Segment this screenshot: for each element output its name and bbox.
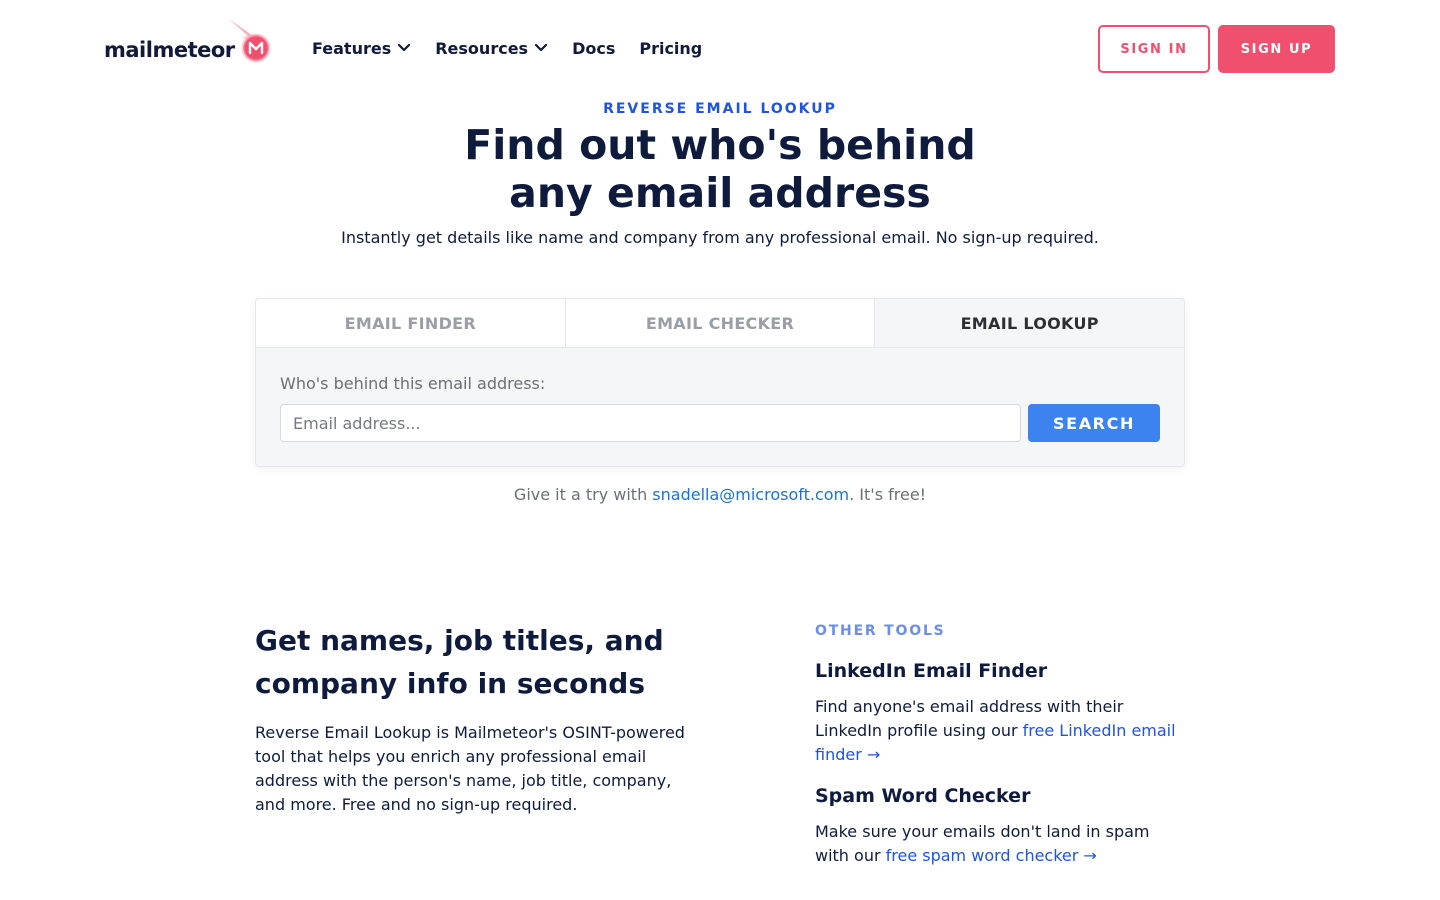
try-suffix: . It's free! [849,485,927,504]
feature-heading: Get names, job titles, and company info … [255,619,735,705]
chevron-down-icon [534,43,548,52]
other-tools-eyebrow: OTHER TOOLS [815,623,946,639]
meteor-logo-icon [224,16,271,63]
feature-heading-line-1: Get names, job titles, and [255,624,664,657]
hero-subtitle: Instantly get details like name and comp… [341,228,1099,247]
email-field-label: Who's behind this email address: [280,374,546,393]
try-prefix: Give it a try with [513,485,653,504]
nav-features[interactable]: Features [312,36,411,60]
tool-title-spam-word-checker: Spam Word Checker [815,785,1031,807]
lookup-tool-card: EMAIL FINDER EMAIL CHECKER EMAIL LOOKUP … [255,298,1185,467]
logo-wordmark: mailmeteor [104,38,235,62]
nav-resources[interactable]: Resources [435,36,548,60]
chevron-down-icon [398,43,411,52]
tab-email-lookup[interactable]: EMAIL LOOKUP [875,299,1184,347]
feature-description: Reverse Email Lookup is Mailmeteor's OSI… [255,723,685,814]
tool-title-linkedin-email-finder: LinkedIn Email Finder [815,660,1048,682]
feature-heading-line-2: company info in seconds [255,667,645,700]
tab-email-finder[interactable]: EMAIL FINDER [256,299,566,347]
sign-in-button[interactable]: SIGN IN [1098,25,1210,73]
nav-resources-label: Resources [435,38,529,58]
spam-word-checker-link[interactable]: free spam word checker → [886,846,1097,865]
nav-features-label: Features [312,38,392,58]
nav-pricing[interactable]: Pricing [639,36,702,60]
search-button[interactable]: SEARCH [1028,404,1160,442]
nav-docs[interactable]: Docs [572,36,615,60]
site-header: mailmeteor Features Resources Docs Prici… [0,0,1440,96]
tool-desc-linkedin-email-finder: Find anyone's email address with their L… [815,695,1185,767]
sign-up-button[interactable]: SIGN UP [1218,25,1335,73]
email-input[interactable] [280,404,1021,442]
tab-email-checker[interactable]: EMAIL CHECKER [565,299,876,347]
tool-tabs: EMAIL FINDER EMAIL CHECKER EMAIL LOOKUP [256,299,1184,348]
try-example: Give it a try with snadella@microsoft.co… [0,485,1440,504]
tool-desc-spam-word-checker: Make sure your emails don't land in spam… [815,820,1185,868]
page-title-line-1: Find out who's behind [464,121,976,169]
page-title-line-2: any email address [509,169,931,217]
hero-eyebrow: REVERSE EMAIL LOOKUP [603,101,837,117]
main-nav: Features Resources Docs Pricing [312,36,726,60]
mailmeteor-logo[interactable]: mailmeteor [104,14,284,70]
example-email-link[interactable]: snadella@microsoft.com [652,485,849,504]
page-title: Find out who's behind any email address [370,121,1070,217]
